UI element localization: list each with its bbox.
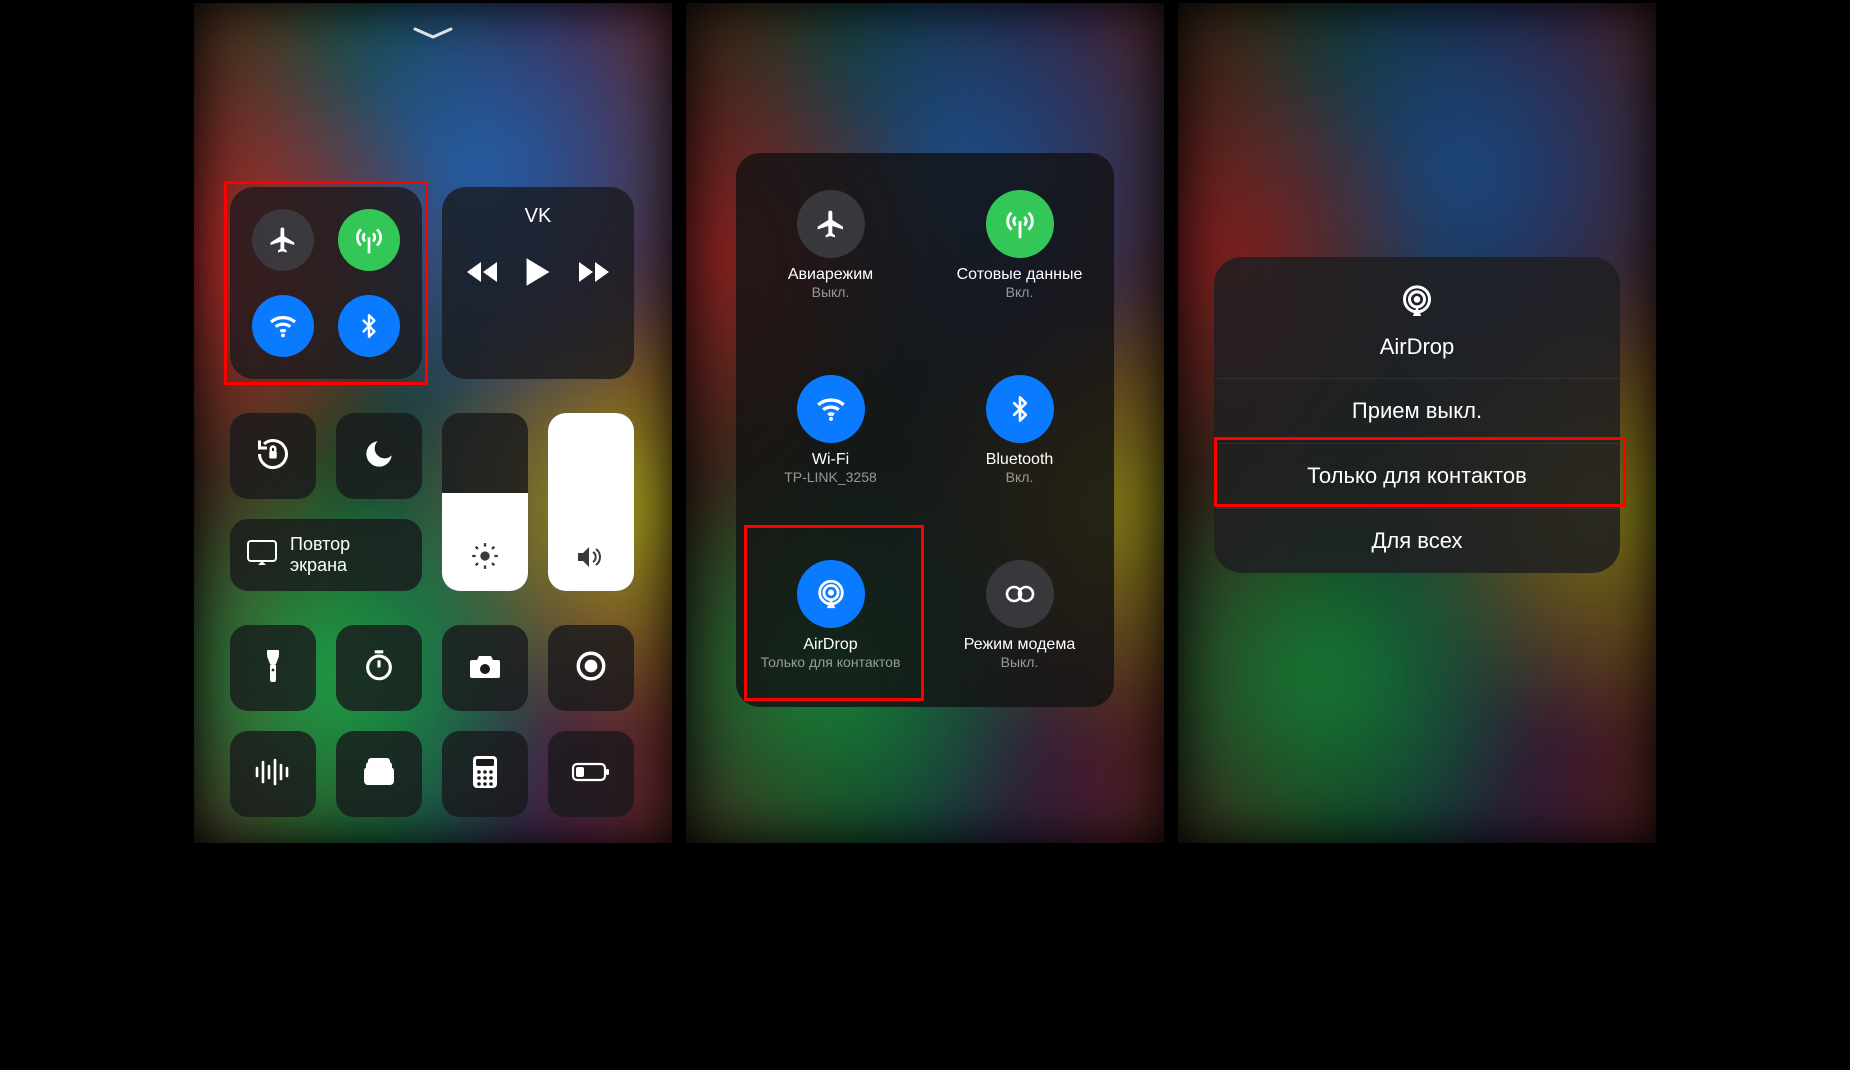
screen-record-button[interactable] <box>548 625 634 711</box>
bluetooth-tile[interactable]: Bluetooth Вкл. <box>925 338 1114 523</box>
rewind-button[interactable] <box>465 260 499 289</box>
airdrop-menu: AirDrop Прием выкл. Только для контактов… <box>1214 257 1620 573</box>
hotspot-icon <box>986 560 1054 628</box>
wifi-icon <box>797 375 865 443</box>
camera-button[interactable] <box>442 625 528 711</box>
flashlight-button[interactable] <box>230 625 316 711</box>
flashlight-icon <box>263 648 283 689</box>
wifi-tile[interactable]: Wi-Fi TP-LINK_3258 <box>736 338 925 523</box>
airdrop-tile[interactable]: AirDrop Только для контактов <box>736 522 925 707</box>
sun-icon <box>471 542 499 575</box>
calculator-icon <box>472 755 498 794</box>
battery-icon <box>571 761 611 788</box>
forward-button[interactable] <box>577 260 611 289</box>
wallet-icon <box>362 757 396 792</box>
play-button[interactable] <box>524 256 552 293</box>
bluetooth-icon <box>986 375 1054 443</box>
orientation-lock-button[interactable] <box>230 413 316 499</box>
speaker-icon <box>576 544 606 575</box>
bluetooth-icon <box>338 295 400 357</box>
wifi-toggle[interactable] <box>252 295 314 357</box>
connectivity-panel: Авиарежим Выкл. Сотовые данные Вкл. Wi-F… <box>736 153 1114 707</box>
do-not-disturb-button[interactable] <box>336 413 422 499</box>
airplane-icon <box>797 190 865 258</box>
cellular-data-tile[interactable]: Сотовые данные Вкл. <box>925 153 1114 338</box>
airdrop-option-contacts[interactable]: Только для контактов <box>1214 443 1620 508</box>
calculator-button[interactable] <box>442 731 528 817</box>
airplane-mode-tile[interactable]: Авиарежим Выкл. <box>736 153 925 338</box>
bluetooth-toggle[interactable] <box>338 295 400 357</box>
low-power-button[interactable] <box>548 731 634 817</box>
hotspot-tile[interactable]: Режим модема Выкл. <box>925 522 1114 707</box>
voice-memos-button[interactable] <box>230 731 316 817</box>
antenna-icon <box>986 190 1054 258</box>
screen-mirror-icon <box>246 539 278 572</box>
airdrop-option-off[interactable]: Прием выкл. <box>1214 378 1620 443</box>
airdrop-menu-title: AirDrop <box>1380 334 1455 360</box>
timer-icon <box>362 649 396 688</box>
screen-mirror-label: Повтор экрана <box>290 534 350 575</box>
wallet-button[interactable] <box>336 731 422 817</box>
moon-icon <box>362 437 396 476</box>
airplane-icon <box>252 209 314 271</box>
record-icon <box>574 649 608 688</box>
volume-slider[interactable] <box>548 413 634 591</box>
timer-button[interactable] <box>336 625 422 711</box>
media-module[interactable]: VK <box>442 187 634 379</box>
brightness-slider[interactable] <box>442 413 528 591</box>
waveform-icon <box>253 758 293 791</box>
cellular-data-toggle[interactable] <box>338 209 400 271</box>
screenshot-airdrop-menu: AirDrop Прием выкл. Только для контактов… <box>1175 0 1659 846</box>
airdrop-option-everyone[interactable]: Для всех <box>1214 508 1620 573</box>
camera-icon <box>468 652 502 685</box>
collapse-chevron-icon[interactable] <box>411 25 455 41</box>
airplane-mode-toggle[interactable] <box>252 209 314 271</box>
wifi-icon <box>252 295 314 357</box>
orientation-lock-icon <box>255 436 291 477</box>
screen-mirroring-button[interactable]: Повтор экрана <box>230 519 422 591</box>
screenshot-connectivity-expanded: Авиарежим Выкл. Сотовые данные Вкл. Wi-F… <box>683 0 1167 846</box>
media-source-label: VK <box>442 205 634 228</box>
connectivity-module[interactable] <box>230 187 422 379</box>
antenna-icon <box>338 209 400 271</box>
airdrop-icon <box>797 560 865 628</box>
screenshot-control-center: VK Повтор экрана <box>191 0 675 846</box>
airdrop-icon <box>1397 281 1437 326</box>
